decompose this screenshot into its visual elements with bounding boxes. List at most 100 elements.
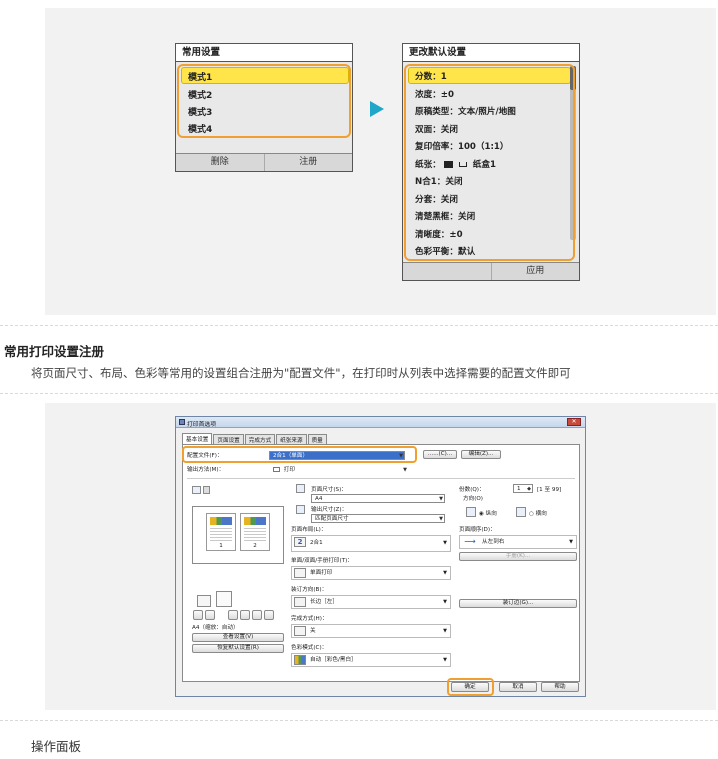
chevron-down-icon: ▼ <box>443 628 447 634</box>
separator <box>187 478 575 479</box>
chevron-down-icon: ▼ <box>443 657 447 663</box>
divider <box>0 720 718 721</box>
defaults-screen: 更改默认设置 分数：1 浓度：±0 原稿类型：文本/照片/地图 双面：关闭 复印… <box>402 43 580 281</box>
favorites-footer: 删除 注册 <box>176 153 352 171</box>
control-panel-heading: 操作面板 <box>31 739 82 754</box>
dialog-titlebar: 打印首选项 ✕ <box>176 417 585 428</box>
restore-defaults-button[interactable]: 恢复默认设置(R) <box>192 644 284 653</box>
page-order-label: 页面顺序(D)： <box>459 527 496 533</box>
output-tray-icon <box>216 591 232 607</box>
page-size-icon <box>296 484 305 493</box>
portrait-label: 纵向 <box>485 511 497 517</box>
apply-button[interactable]: 应用 <box>490 263 580 280</box>
single-sided-icon <box>294 568 306 578</box>
printer-preview-icon[interactable] <box>203 486 210 494</box>
page-size-value: A4 <box>315 496 323 502</box>
color-mode-label: 色彩模式(C)： <box>291 645 328 651</box>
printer-app-icon <box>179 419 185 425</box>
output-size-label: 输出尺寸(Z)： <box>311 507 348 513</box>
divider <box>0 325 718 326</box>
page-size-select[interactable]: A4 ▼ <box>311 494 445 503</box>
layout-icon-button[interactable] <box>228 610 238 620</box>
layout-icon-button[interactable] <box>205 610 215 620</box>
section-description: 将页面尺寸、布局、色彩等常用的设置组合注册为"配置文件"，在打印时从列表中选择需… <box>31 366 571 380</box>
long-edge-icon <box>294 597 306 607</box>
help-button[interactable]: 帮助 <box>541 682 579 692</box>
output-size-select[interactable]: 匹配页面尺寸 ▼ <box>311 514 445 523</box>
manual-button[interactable]: 手册(K)... <box>459 552 577 561</box>
favorites-screen-title: 常用设置 <box>176 44 352 62</box>
cancel-button[interactable]: 取消 <box>499 682 537 692</box>
portrait-icon <box>466 507 476 517</box>
layout-icon-button[interactable] <box>252 610 262 620</box>
color-mode-select[interactable]: 自动［彩色/黑白］ ▼ <box>291 653 451 667</box>
add-profile-button[interactable]: ......(C)... <box>423 450 457 459</box>
preview-toggle-icon[interactable] <box>192 486 201 494</box>
finishing-preview-icon <box>197 595 211 607</box>
tab-basic[interactable]: 基本设置 <box>182 433 213 444</box>
profile-highlight <box>182 446 417 463</box>
duplex-value: 单面打印 <box>310 570 333 576</box>
duplex-select[interactable]: 单面打印 ▼ <box>291 566 451 580</box>
landscape-radio[interactable]: ○ 横向 <box>529 509 547 517</box>
color-mode-value: 自动［彩色/黑白］ <box>310 657 357 663</box>
binding-select[interactable]: 长边［左］ ▼ <box>291 595 451 609</box>
chevron-down-icon: ▼ <box>439 496 443 502</box>
preview-caption: A4（缩放：自动） <box>192 625 239 631</box>
layout-select[interactable]: 2 2合1 ▼ <box>291 535 451 552</box>
basic-settings-panel: 配置文件(F)： 2合1（单面） ▼ ......(C)... 编辑(Z)...… <box>182 444 580 682</box>
landscape-icon <box>516 507 526 517</box>
layout-icon-button[interactable] <box>240 610 250 620</box>
printer-icon <box>273 467 280 472</box>
output-method-value: 打印 <box>283 467 295 473</box>
delete-button[interactable]: 删除 <box>176 154 264 171</box>
two-up-icon: 2 <box>294 537 306 547</box>
layout-label: 页面布局(L)： <box>291 527 327 533</box>
view-settings-button[interactable]: 查看设置(V) <box>192 633 284 642</box>
copies-value: 1 <box>517 486 521 492</box>
copies-label: 份数(Q)： <box>459 487 485 493</box>
figure-panel-top <box>45 8 716 315</box>
tab-quality[interactable]: 质量 <box>307 434 327 444</box>
layout-icon-button[interactable] <box>264 610 274 620</box>
preview-page: 2 <box>240 513 270 551</box>
portrait-radio[interactable]: ◉ 纵向 <box>479 509 497 517</box>
orientation-label: 方向(O) <box>463 496 483 502</box>
duplex-label: 单面/双面/手册打印(T)： <box>291 558 353 564</box>
finishing-value: 关 <box>310 628 316 634</box>
output-size-icon <box>296 505 305 514</box>
settings-list-highlight <box>404 64 575 261</box>
layout-value: 2合1 <box>310 540 323 546</box>
divider <box>0 393 718 394</box>
spinner-arrows-icon[interactable]: ◆ <box>527 485 531 492</box>
ok-button-highlight <box>447 678 494 696</box>
arrow-right-icon <box>370 101 384 117</box>
page-size-label: 页面尺寸(S)： <box>311 487 347 493</box>
chevron-down-icon: ▼ <box>439 516 443 522</box>
page-order-select[interactable]: ⟶ 从左到右 ▼ <box>459 535 577 549</box>
arrow-right-icon: ⟶ <box>462 537 478 547</box>
color-mode-icon <box>294 655 306 665</box>
copies-range: [1 至 99] <box>537 487 562 493</box>
chevron-down-icon: ▼ <box>569 539 573 545</box>
finishing-off-icon <box>294 626 306 636</box>
output-method-select[interactable]: 打印 ▼ <box>269 465 409 474</box>
register-button[interactable]: 注册 <box>263 154 353 171</box>
gutter-button[interactable]: 装订边(G)... <box>459 599 577 608</box>
chevron-down-icon: ▼ <box>443 570 447 576</box>
copies-spinner[interactable]: 1 ◆ <box>513 484 533 493</box>
edit-profile-button[interactable]: 编辑(Z)... <box>461 450 501 459</box>
radio-selected-icon: ◉ <box>479 511 484 517</box>
chevron-down-icon: ▼ <box>443 540 447 546</box>
tab-finishing[interactable]: 完成方式 <box>244 434 276 444</box>
chevron-down-icon: ▼ <box>443 599 447 605</box>
output-method-label: 输出方法(M)： <box>187 467 225 473</box>
radio-unselected-icon: ○ <box>529 511 534 517</box>
tab-page-setup[interactable]: 页面设置 <box>213 434 244 444</box>
layout-icon-button[interactable] <box>193 610 203 620</box>
finishing-select[interactable]: 关 ▼ <box>291 624 451 638</box>
landscape-label: 横向 <box>535 511 547 517</box>
preview-page: 1 <box>206 513 236 551</box>
tab-paper-source[interactable]: 纸张来源 <box>276 434 307 444</box>
close-icon[interactable]: ✕ <box>567 418 581 426</box>
